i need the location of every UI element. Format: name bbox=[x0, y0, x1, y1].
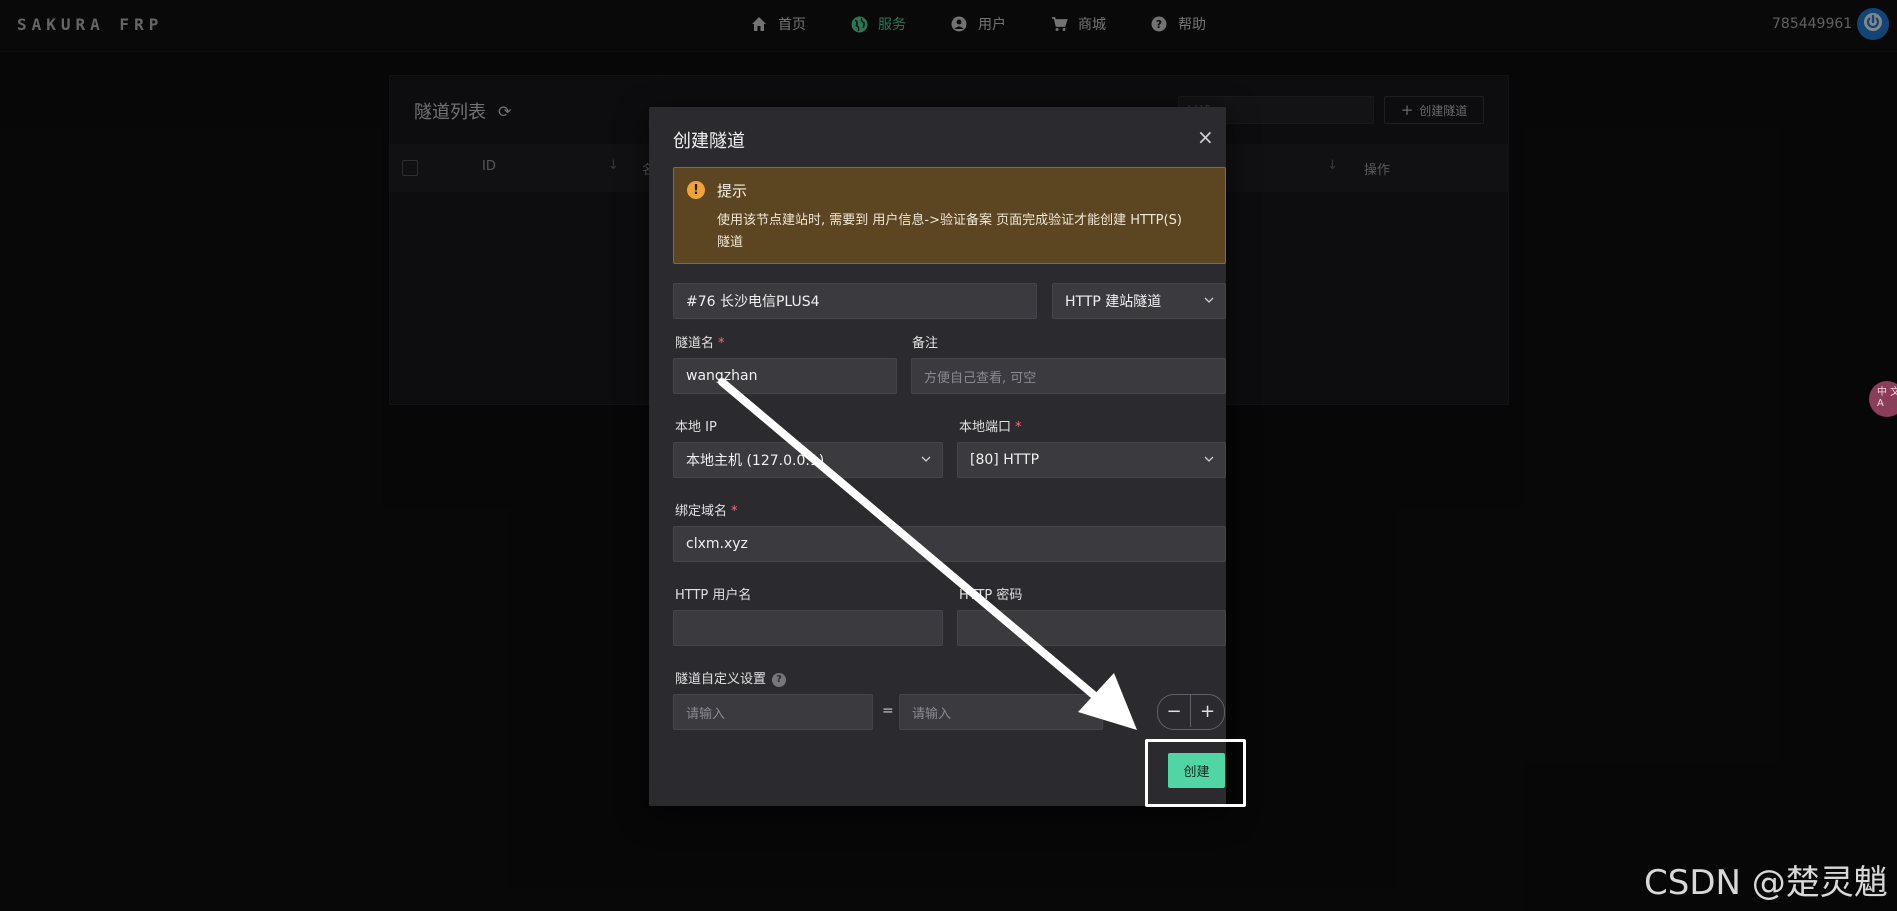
remove-row-button[interactable]: − bbox=[1158, 695, 1192, 727]
node-select[interactable]: #76 长沙电信PLUS4 bbox=[673, 283, 1037, 319]
help-circle-icon[interactable]: ? bbox=[772, 672, 787, 687]
chevron-down-icon bbox=[1204, 297, 1214, 303]
verification-alert: ! 提示 使用该节点建站时, 需要到 用户信息->验证备案 页面完成验证才能创建… bbox=[673, 167, 1226, 264]
tunnel-type-value: HTTP 建站隧道 bbox=[1065, 294, 1162, 310]
alert-title: 提示 bbox=[717, 182, 748, 200]
custom-value-input[interactable]: 请输入 bbox=[899, 694, 1103, 730]
translate-widget[interactable]: 中 文A bbox=[1869, 381, 1897, 417]
local-port-select[interactable]: [80] HTTP bbox=[957, 442, 1226, 478]
note-label: 备注 bbox=[912, 336, 939, 351]
http-password-input[interactable] bbox=[957, 610, 1226, 646]
dialog-title: 创建隧道 bbox=[673, 131, 745, 152]
note-input[interactable]: 方便自己查看, 可空 bbox=[911, 358, 1226, 394]
http-username-input[interactable] bbox=[673, 610, 943, 646]
warning-icon: ! bbox=[687, 181, 705, 199]
local-port-label: 本地端口 * bbox=[959, 420, 1022, 435]
tunnel-name-input[interactable]: wangzhan bbox=[673, 358, 897, 394]
note-placeholder: 方便自己查看, 可空 bbox=[924, 370, 1037, 386]
custom-settings-label: 隧道自定义设置? bbox=[675, 668, 787, 687]
domain-label: 绑定域名 * bbox=[675, 504, 738, 519]
watermark: CSDN @楚灵魈 bbox=[1644, 863, 1888, 903]
add-row-button[interactable]: + bbox=[1191, 695, 1224, 727]
custom-key-input[interactable]: 请输入 bbox=[673, 694, 873, 730]
domain-input[interactable]: clxm.xyz bbox=[673, 526, 1226, 562]
local-port-value: [80] HTTP bbox=[970, 452, 1040, 468]
local-ip-label: 本地 IP bbox=[675, 420, 717, 435]
http-username-label: HTTP 用户名 bbox=[675, 588, 752, 603]
alert-body: 使用该节点建站时, 需要到 用户信息->验证备案 页面完成验证才能创建 HTTP… bbox=[717, 213, 1182, 250]
close-icon[interactable]: × bbox=[1197, 127, 1214, 147]
local-ip-value: 本地主机 (127.0.0.1) bbox=[686, 453, 825, 469]
node-value: #76 长沙电信PLUS4 bbox=[686, 294, 820, 310]
create-tunnel-dialog: 创建隧道 × ! 提示 使用该节点建站时, 需要到 用户信息->验证备案 页面完… bbox=[649, 107, 1226, 806]
tunnel-name-label: 隧道名 * bbox=[675, 336, 725, 351]
custom-row-stepper: − + bbox=[1157, 694, 1225, 730]
http-password-label: HTTP 密码 bbox=[959, 588, 1023, 603]
equals-sign: = bbox=[882, 703, 894, 719]
chevron-down-icon bbox=[1204, 456, 1214, 462]
local-ip-select[interactable]: 本地主机 (127.0.0.1) bbox=[673, 442, 943, 478]
domain-value: clxm.xyz bbox=[686, 536, 748, 552]
chevron-down-icon bbox=[921, 456, 931, 462]
tunnel-name-value: wangzhan bbox=[686, 368, 758, 384]
create-button[interactable]: 创建 bbox=[1168, 753, 1225, 788]
tunnel-type-select[interactable]: HTTP 建站隧道 bbox=[1052, 283, 1226, 319]
